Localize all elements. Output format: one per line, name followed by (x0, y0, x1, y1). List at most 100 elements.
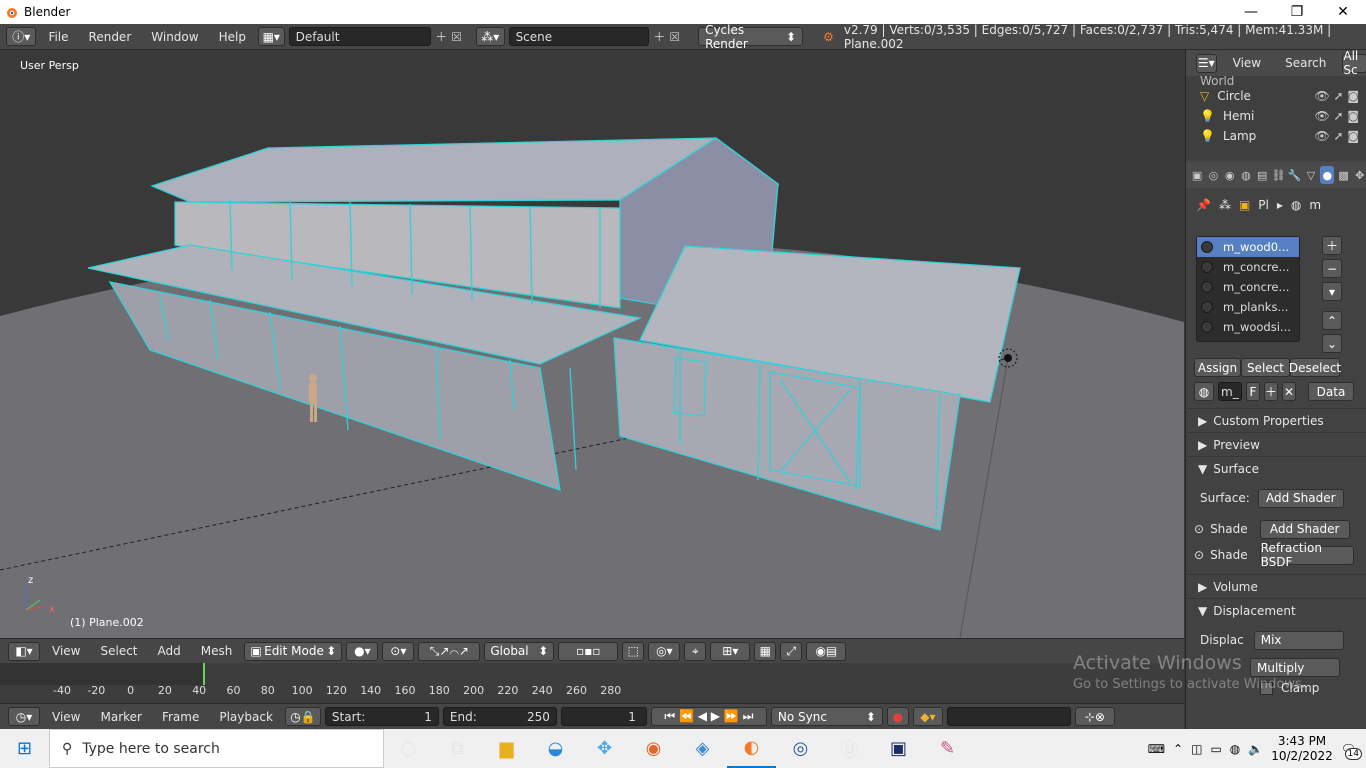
outliner-filter-select[interactable]: All Sc (1342, 50, 1366, 77)
battery-icon[interactable]: ▭ (1210, 742, 1221, 756)
editor-type-timeline-button[interactable]: ◷▾ (8, 707, 40, 726)
end-frame-field[interactable]: End: 250 (442, 707, 557, 726)
menu-help[interactable]: Help (211, 30, 254, 44)
manipulator-buttons[interactable]: ⤡↗⌒↗ (418, 641, 481, 661)
menu-window[interactable]: Window (143, 30, 206, 44)
material-slot[interactable]: m_concre... (1197, 257, 1299, 277)
keyboard-icon[interactable]: ⌨ (1148, 742, 1165, 756)
editor-type-info-button[interactable]: ⓘ▾ (6, 27, 37, 46)
select-button[interactable]: Select (1241, 358, 1290, 377)
playback-controls[interactable]: ⏮ ⏪ ◀ ▶ ⏩ ⏭ (650, 707, 767, 726)
object-tab-icon[interactable]: ▤ (1255, 166, 1269, 184)
timeline-menu-playback[interactable]: Playback (211, 710, 281, 724)
remove-layout-icon[interactable]: ☒ (451, 30, 462, 44)
start-button[interactable]: ⊞ (0, 729, 49, 768)
menu-render[interactable]: Render (81, 30, 140, 44)
material-slot[interactable]: m_woodsi... (1197, 317, 1299, 337)
material-slot[interactable]: m_concre... (1197, 277, 1299, 297)
constraints-tab-icon[interactable]: ⛓ (1271, 166, 1285, 184)
scene-tab-icon[interactable]: ◉ (1223, 166, 1237, 184)
outliner-menu-search[interactable]: Search (1277, 56, 1334, 70)
camera-tray-icon[interactable]: ◫ (1191, 742, 1202, 756)
network-icon[interactable]: ◍ (1230, 742, 1240, 756)
deselect-button[interactable]: Deselect (1289, 358, 1341, 377)
minimize-button[interactable]: — (1228, 0, 1274, 24)
shader-2-button[interactable]: Refraction BSDF (1259, 541, 1354, 569)
select-mode-buttons[interactable]: ▫▪▫ (558, 641, 619, 661)
visibility-icons[interactable]: 👁 ➚ ◙ (1314, 89, 1359, 103)
menu-file[interactable]: File (40, 30, 76, 44)
notification-icon[interactable]: 🗨14 (1341, 742, 1362, 760)
fake-user-button[interactable]: F (1246, 382, 1260, 401)
remove-slot-icon[interactable]: − (1322, 259, 1342, 278)
taskbar-search[interactable]: ⚲ Type here to search (49, 729, 384, 768)
viewport-shading-button[interactable]: ●▾ (346, 641, 379, 661)
app-studio-icon[interactable]: ▣ (874, 729, 923, 768)
proportional-edit-button[interactable]: ◎▾ (648, 641, 681, 661)
material-slot-list[interactable]: m_wood0... m_concre... m_concre... m_pla… (1196, 236, 1300, 342)
unreal-icon[interactable]: Ⓤ (825, 729, 874, 768)
visibility-icons[interactable]: 👁 ➚ ◙ (1314, 109, 1359, 123)
render-layers-tab-icon[interactable]: ◎ (1206, 166, 1220, 184)
cortana-icon[interactable]: ○ (384, 729, 433, 768)
outliner-item-hemi[interactable]: 💡 Hemi 👁 ➚ ◙ (1186, 106, 1366, 126)
retopo-icon[interactable]: ⤢ (780, 641, 803, 661)
texture-tab-icon[interactable]: ▩ (1336, 166, 1350, 184)
transform-orientation-select[interactable]: Global ⬍ (484, 641, 555, 661)
snap-element-button[interactable]: ⊞▾ (710, 641, 751, 661)
new-material-icon[interactable]: ＋ (1264, 382, 1278, 401)
material-slot[interactable]: m_wood0... (1197, 237, 1299, 257)
world-tab-icon[interactable]: ◍ (1239, 166, 1253, 184)
panel-surface[interactable]: ▼ Surface (1186, 456, 1366, 480)
sync-mode-select[interactable]: No Sync ⬍ (770, 707, 883, 726)
outliner-item-circle[interactable]: ▽ Circle 👁 ➚ ◙ (1186, 86, 1366, 106)
task-view-icon[interactable]: ⧉ (433, 729, 482, 768)
assign-button[interactable]: Assign (1194, 358, 1241, 377)
displacement-mix-button[interactable]: Mix (1253, 630, 1344, 650)
start-frame-field[interactable]: Start: 1 (324, 707, 439, 726)
expand-shader-icon[interactable]: ⊙ (1194, 522, 1204, 536)
show-hidden-icons[interactable]: ⌃ (1173, 742, 1183, 756)
add-scene-icon[interactable]: ＋ (653, 28, 665, 45)
material-slot[interactable]: m_planks... (1197, 297, 1299, 317)
timeline-menu-view[interactable]: View (44, 710, 88, 724)
panel-volume[interactable]: ▶ Volume (1186, 574, 1366, 598)
menu-select[interactable]: Select (92, 644, 145, 658)
limit-selection-icon[interactable]: ⬚ (622, 641, 645, 661)
render-opengl-buttons[interactable]: ◉▤ (806, 641, 847, 661)
unlink-material-icon[interactable]: ✕ (1282, 382, 1296, 401)
modifiers-tab-icon[interactable]: 🔧 (1288, 166, 1302, 184)
outliner-editor-type-button[interactable]: ☰▾ (1196, 53, 1217, 73)
data-tab-icon[interactable]: ▽ (1304, 166, 1318, 184)
outliner-menu-view[interactable]: View (1225, 56, 1269, 70)
close-button[interactable]: ✕ (1320, 0, 1366, 24)
surface-shader-button[interactable]: Add Shader (1257, 488, 1344, 508)
layout-field[interactable]: Default (288, 27, 432, 46)
material-name-field[interactable]: m_ (1218, 382, 1242, 401)
editor-type-3d-button[interactable]: ◧▾ (8, 641, 40, 661)
3d-viewport[interactable]: z x User Persp (1) Plane.002 (0, 50, 1184, 638)
add-slot-icon[interactable]: ＋ (1322, 236, 1342, 255)
screen-layout-icon[interactable]: ▦▾ (257, 27, 285, 46)
remove-scene-icon[interactable]: ☒ (669, 30, 680, 44)
panel-displacement[interactable]: ▼ Displacement (1186, 598, 1366, 622)
render-engine-select[interactable]: Cycles Render ⬍ (698, 23, 804, 51)
material-tab-icon[interactable]: ● (1320, 166, 1335, 184)
taskbar-clock[interactable]: 3:43 PM 10/2/2022 (1271, 734, 1333, 764)
snap-target-icon[interactable]: ▦ (754, 641, 777, 661)
panel-custom-properties[interactable]: ▶ Custom Properties (1186, 408, 1366, 432)
shader-1-button[interactable]: Add Shader (1259, 519, 1350, 539)
current-frame-marker[interactable] (203, 663, 205, 685)
keying-set-field[interactable] (946, 707, 1071, 726)
menu-view[interactable]: View (44, 644, 88, 658)
insert-keyframe-icons[interactable]: ⊹⊗ (1074, 707, 1115, 726)
pivot-point-button[interactable]: ⊙▾ (382, 641, 415, 661)
panel-preview[interactable]: ▶ Preview (1186, 432, 1366, 456)
render-tab-icon[interactable]: ▣ (1190, 166, 1204, 184)
menu-add[interactable]: Add (150, 644, 189, 658)
pin-icon[interactable]: 📌 (1196, 198, 1211, 212)
menu-mesh[interactable]: Mesh (193, 644, 241, 658)
snap-toggle-icon[interactable]: ⌖ (684, 641, 707, 661)
record-icon[interactable]: ● (886, 707, 909, 726)
add-layout-icon[interactable]: ＋ (435, 28, 447, 45)
